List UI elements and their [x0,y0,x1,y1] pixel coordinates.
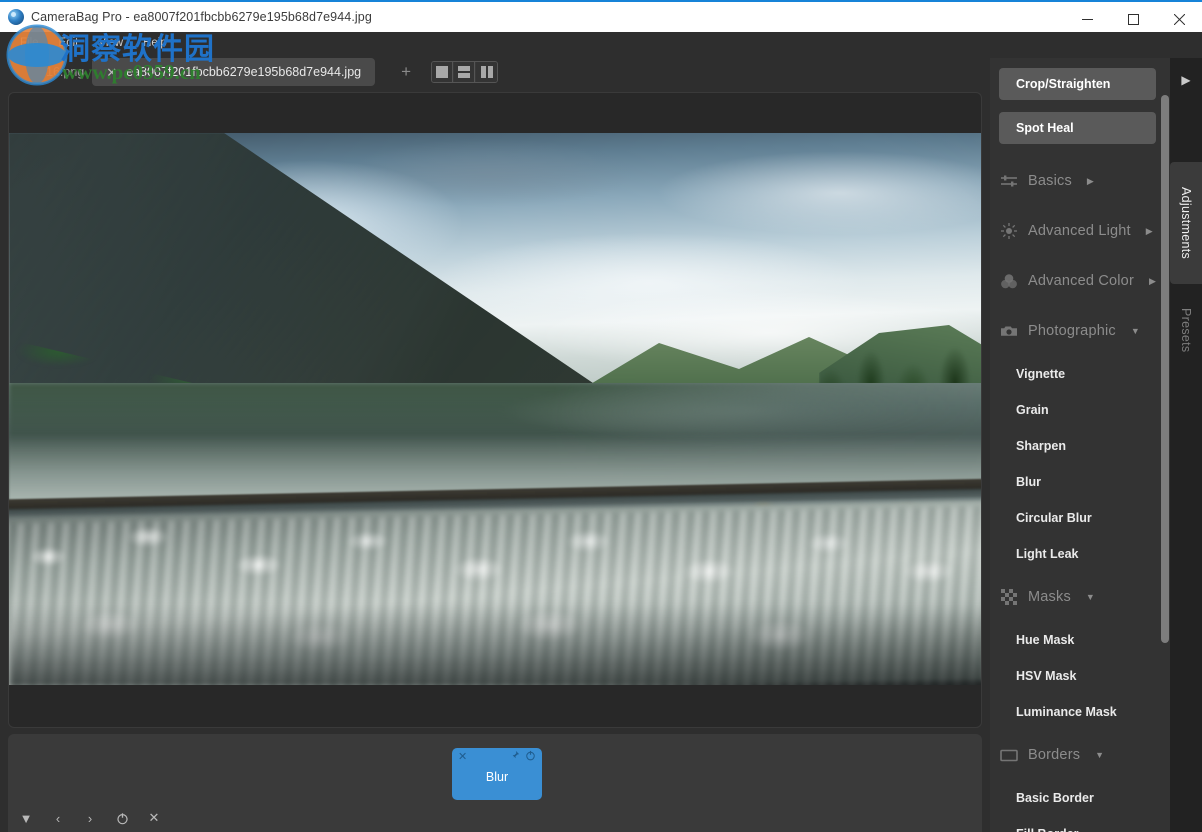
document-tab-label: 16.png [46,65,84,79]
vertical-split-view-button[interactable] [476,62,497,82]
menu-bar: File Edit View Help [0,32,1202,54]
adjustment-vignette[interactable]: Vignette [990,356,1165,392]
crop-straighten-button[interactable]: Crop/Straighten [999,68,1156,100]
adjustment-hsv-mask[interactable]: HSV Mask [990,658,1165,694]
title-bar: CameraBag Pro - ea8007f201fbcbb6279e195b… [0,0,1202,32]
sidebar-scrollbar[interactable] [1160,58,1170,832]
button-label: Spot Heal [1016,121,1074,135]
spot-heal-button[interactable]: Spot Heal [999,112,1156,144]
group-label: Borders [1028,747,1080,763]
chevron-down-icon[interactable]: ▼ [1131,326,1140,336]
image-canvas-panel[interactable] [8,92,982,728]
tab-adjustments[interactable]: Adjustments [1170,162,1202,284]
horizontal-split-view-button[interactable] [454,62,475,82]
document-tab-label: ea8007f201fbcbb6279e195b68d7e944.jpg [126,65,361,79]
minimize-button[interactable] [1064,4,1110,34]
group-borders[interactable]: Borders ▼ [990,730,1165,780]
adjustment-basic-border[interactable]: Basic Border [990,780,1165,816]
color-circles-icon [999,271,1019,291]
adjustment-grain[interactable]: Grain [990,392,1165,428]
close-button[interactable] [1156,4,1202,34]
adjustment-fill-border[interactable]: Fill Border [990,816,1165,832]
tab-presets[interactable]: Presets [1170,290,1202,370]
rectangle-icon [999,745,1019,765]
collapse-panel-arrow-icon[interactable]: ▶ [1170,68,1202,92]
group-label: Advanced Light [1028,223,1131,239]
window-title: CameraBag Pro - ea8007f201fbcbb6279e195b… [31,10,372,24]
sun-icon [999,221,1019,241]
adjustment-hue-mask[interactable]: Hue Mask [990,622,1165,658]
single-view-button[interactable] [432,62,453,82]
camerabag-pro-window: CameraBag Pro - ea8007f201fbcbb6279e195b… [0,0,1202,832]
chevron-right-icon[interactable]: ▶ [1146,226,1153,237]
clear-filters-button[interactable]: ✕ [146,810,162,826]
previous-filter-button[interactable]: ‹ [50,810,66,826]
view-mode-group [431,61,498,83]
collapse-strip-button[interactable]: ▼ [18,810,34,826]
photo-foreground-shadow [9,603,982,685]
chevron-down-icon[interactable]: ▼ [1095,750,1104,760]
power-icon[interactable] [525,748,536,766]
checkerboard-icon [999,587,1019,607]
window-controls [1064,4,1202,34]
pin-icon[interactable] [509,748,520,766]
maximize-button[interactable] [1110,4,1156,34]
right-panel-rail: ▶ Adjustments Presets [1170,58,1202,832]
chevron-down-icon[interactable]: ▼ [1086,592,1095,602]
app-logo-icon [8,9,24,25]
group-basics[interactable]: Basics ▶ [990,156,1165,206]
adjustment-luminance-mask[interactable]: Luminance Mask [990,694,1165,730]
adjustment-sharpen[interactable]: Sharpen [990,428,1165,464]
chevron-right-icon[interactable]: ▶ [1087,176,1094,187]
menu-help[interactable]: Help [133,33,177,53]
add-tab-button[interactable]: + [393,59,419,85]
adjustment-circular-blur[interactable]: Circular Blur [990,500,1165,536]
camera-icon [999,321,1019,341]
button-label: Crop/Straighten [1016,77,1110,91]
next-filter-button[interactable]: › [82,810,98,826]
close-icon[interactable]: ✕ [106,66,117,79]
group-label: Advanced Color [1028,273,1134,289]
edited-photo[interactable] [9,133,982,685]
filter-strip-panel: ✕ Blur ▼ ‹ › ✕ [8,734,982,832]
filter-strip-toolbar: ▼ ‹ › ✕ [18,810,162,826]
chevron-right-icon[interactable]: ▶ [1149,276,1156,287]
group-masks[interactable]: Masks ▼ [990,572,1165,622]
toggle-all-filters-button[interactable] [114,810,130,826]
adjustment-blur[interactable]: Blur [990,464,1165,500]
filter-chip-toolbar: ✕ [452,748,542,766]
document-tab-active[interactable]: ✕ ea8007f201fbcbb6279e195b68d7e944.jpg [92,58,375,86]
adjustment-light-leak[interactable]: Light Leak [990,536,1165,572]
adjustments-sidebar: Crop/Straighten Spot Heal Basics ▶ Advan… [990,58,1165,832]
menu-view[interactable]: View [88,33,133,53]
group-label: Basics [1028,173,1072,189]
group-advanced-color[interactable]: Advanced Color ▶ [990,256,1165,306]
filter-chip-blur[interactable]: ✕ Blur [452,748,542,800]
close-icon[interactable]: ✕ [458,752,467,763]
menu-file[interactable]: File [10,33,49,53]
group-label: Masks [1028,589,1071,605]
group-advanced-light[interactable]: Advanced Light ▶ [990,206,1165,256]
menu-edit[interactable]: Edit [49,33,89,53]
sliders-icon [999,171,1019,191]
adjustments-list: Crop/Straighten Spot Heal Basics ▶ Advan… [990,58,1165,832]
group-photographic[interactable]: Photographic ▼ [990,306,1165,356]
group-label: Photographic [1028,323,1116,339]
document-tab-16png[interactable]: 16.png [38,58,92,86]
sidebar-scrollbar-thumb[interactable] [1161,95,1169,643]
filter-chip-label: Blur [452,770,542,784]
